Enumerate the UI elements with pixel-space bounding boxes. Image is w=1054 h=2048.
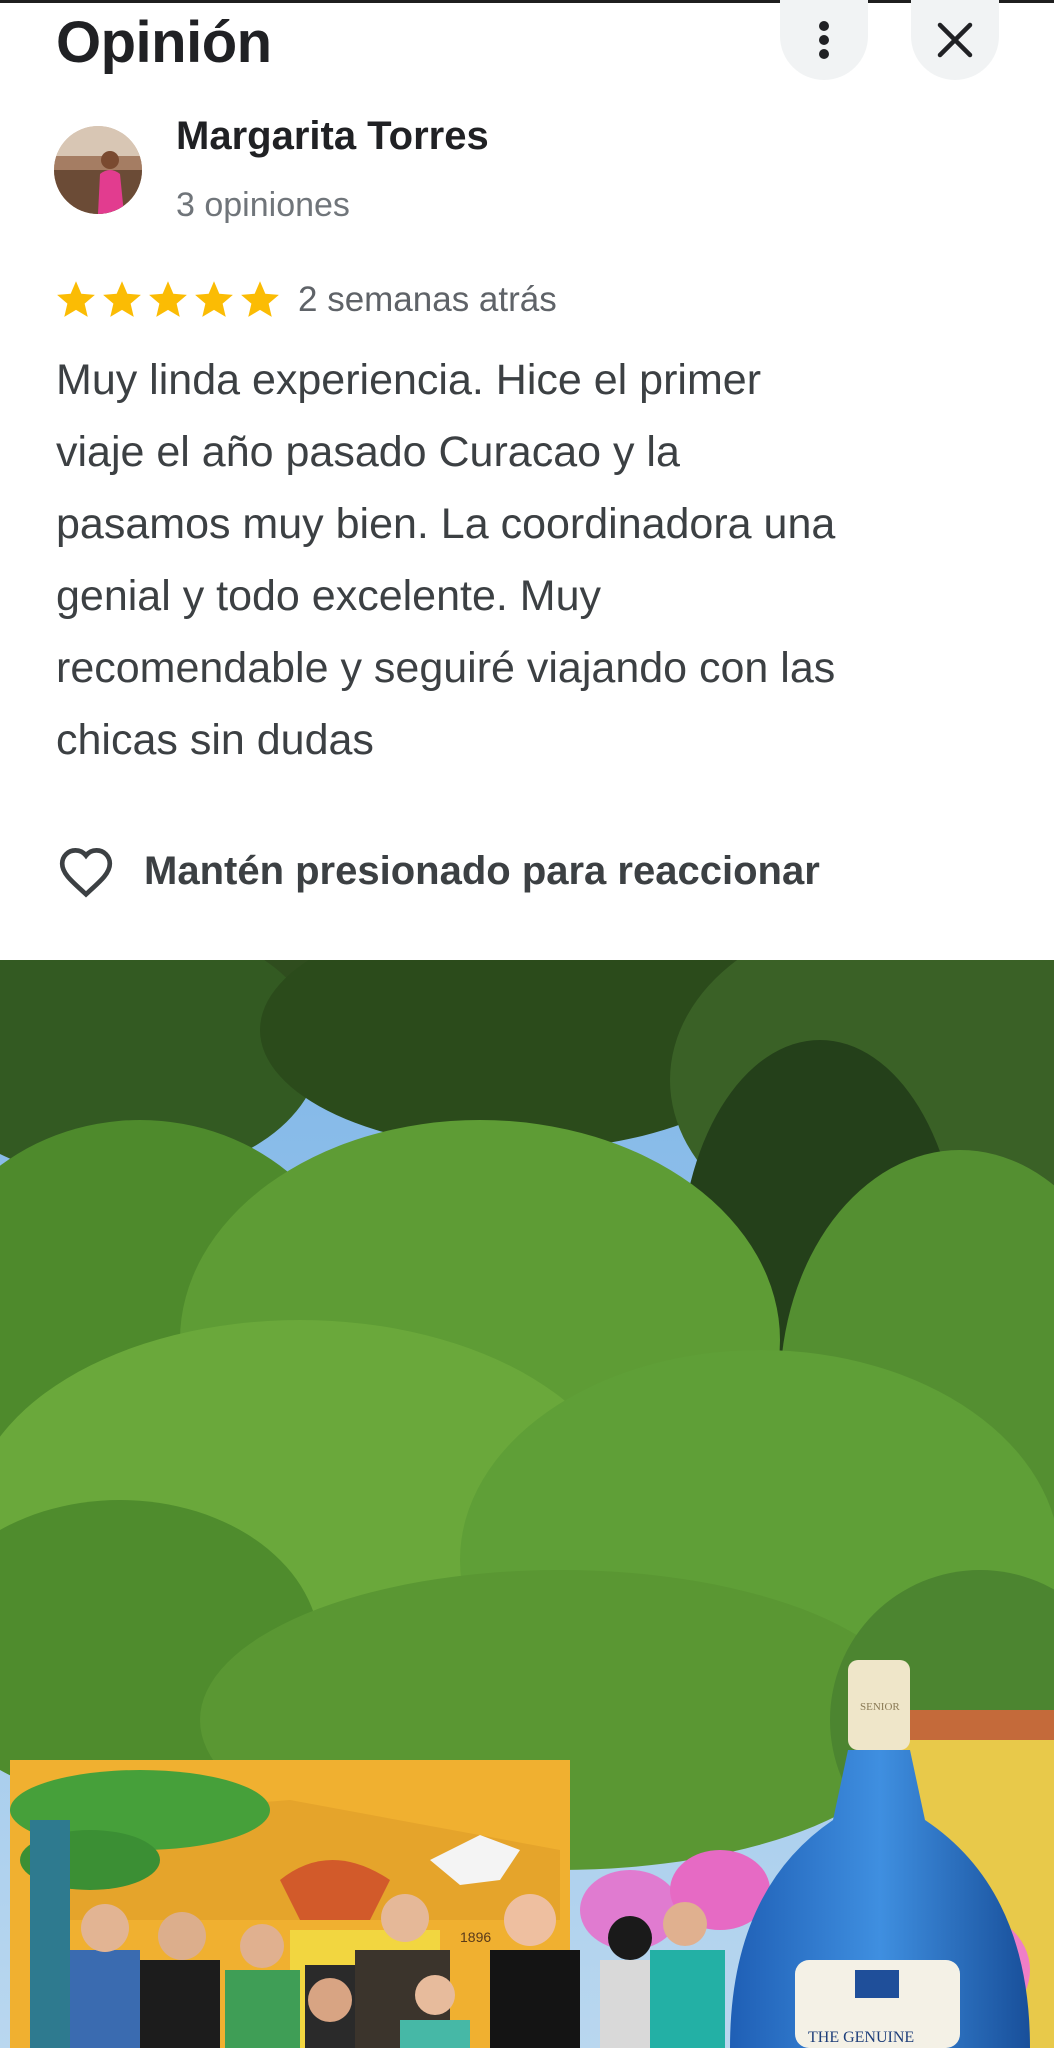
close-button[interactable] [911, 0, 999, 80]
star-icon [103, 281, 141, 317]
review-text: Muy linda experiencia. Hice el primer vi… [56, 356, 836, 764]
avatar-photo [54, 126, 142, 214]
star-icon [241, 281, 279, 317]
bottle-top-label: SENIOR [860, 1701, 900, 1713]
more-options-button[interactable] [780, 0, 868, 80]
page-title: Opinión [56, 10, 272, 75]
bottle-bottom-label: THE GENUINE [808, 2029, 914, 2046]
group-trip-photo: 1896 SENIOR THE GENUINE [0, 960, 1054, 2048]
star-icon [149, 281, 187, 317]
star-icon [57, 281, 95, 317]
react-label: Mantén presionado para reaccionar [144, 848, 820, 893]
star-icon [195, 281, 233, 317]
star-rating [54, 278, 282, 322]
top-edge [0, 0, 1054, 3]
review-date: 2 semanas atrás [298, 280, 557, 319]
review-count: 3 opiniones [176, 186, 350, 224]
more-vert-icon [819, 21, 829, 59]
close-icon [937, 22, 973, 58]
mural-sign-text: 1896 [460, 1929, 491, 1945]
react-button[interactable]: Mantén presionado para reaccionar [56, 844, 820, 898]
heart-outline-icon [59, 848, 113, 898]
review-author[interactable]: Margarita Torres [176, 114, 489, 159]
avatar[interactable] [54, 126, 142, 214]
review-photo[interactable]: 1896 SENIOR THE GENUINE [0, 960, 1054, 2048]
